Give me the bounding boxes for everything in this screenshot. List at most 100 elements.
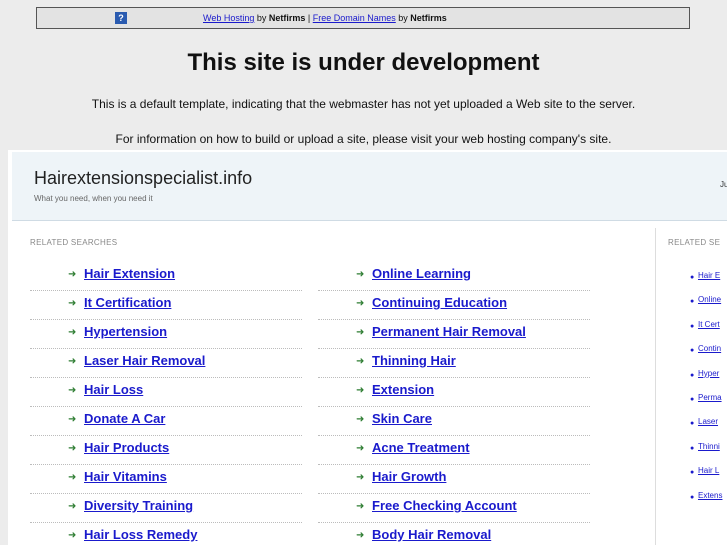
search-link[interactable]: Skin Care <box>372 411 432 426</box>
search-link[interactable]: Thinning Hair <box>372 353 456 368</box>
arrow-right-icon: ➜ <box>356 472 365 483</box>
bullet-icon: ● <box>690 347 695 355</box>
list-item: ➜ Continuing Education <box>318 292 590 320</box>
search-link[interactable]: Continuing Education <box>372 295 507 310</box>
search-link[interactable]: Hyper <box>698 369 719 378</box>
arrow-right-icon: ➜ <box>356 298 365 309</box>
list-item: ➜ It Certification <box>30 292 302 320</box>
search-link[interactable]: Laser <box>698 417 718 426</box>
search-link[interactable]: Hair Loss Remedy <box>84 527 197 542</box>
arrow-right-icon: ➜ <box>356 443 365 454</box>
arrow-right-icon: ➜ <box>68 443 77 454</box>
bullet-icon: ● <box>690 371 695 379</box>
arrow-right-icon: ➜ <box>68 356 77 367</box>
arrow-right-icon: ➜ <box>356 356 365 367</box>
banner-links: Web Hosting by Netfirms | Free Domain Na… <box>203 8 447 28</box>
search-link[interactable]: Hair E <box>698 271 720 280</box>
list-item: ● Hyper <box>669 369 727 393</box>
list-item: ➜ Free Checking Account <box>318 495 590 523</box>
column-divider <box>655 228 656 545</box>
arrow-right-icon: ➜ <box>356 385 365 396</box>
related-searches-label: RELATED SEARCHES <box>30 238 118 247</box>
banner-by-text: by <box>254 13 269 23</box>
search-link[interactable]: Extension <box>372 382 434 397</box>
list-item: ➜ Skin Care <box>318 408 590 436</box>
search-link[interactable]: Hypertension <box>84 324 167 339</box>
arrow-right-icon: ➜ <box>68 414 77 425</box>
list-item: ➜ Extension <box>318 379 590 407</box>
site-header: Hairextensionspecialist.info What you ne… <box>12 152 727 221</box>
list-item: ➜ Hair Products <box>30 437 302 465</box>
header-right-text: Ju <box>720 180 727 189</box>
bullet-icon: ● <box>690 493 695 501</box>
search-link[interactable]: Free Checking Account <box>372 498 517 513</box>
list-item: ● Laser <box>669 417 727 441</box>
search-link[interactable]: It Cert <box>698 320 720 329</box>
list-item: ● Thinni <box>669 442 727 466</box>
banner-separator: | <box>305 13 313 23</box>
arrow-right-icon: ➜ <box>356 501 365 512</box>
list-item: ● Perma <box>669 393 727 417</box>
hosting-banner: ? Web Hosting by Netfirms | Free Domain … <box>36 7 690 29</box>
search-link[interactable]: Acne Treatment <box>372 440 470 455</box>
web-hosting-link[interactable]: Web Hosting <box>203 13 254 23</box>
search-link[interactable]: Body Hair Removal <box>372 527 491 542</box>
search-link[interactable]: Thinni <box>698 442 720 451</box>
list-item: ➜ Diversity Training <box>30 495 302 523</box>
banner-brand: Netfirms <box>410 13 447 23</box>
search-link[interactable]: Hair Extension <box>84 266 175 281</box>
free-domain-link[interactable]: Free Domain Names <box>313 13 396 23</box>
search-link[interactable]: Hair Growth <box>372 469 446 484</box>
list-item: ➜ Donate A Car <box>30 408 302 436</box>
search-link[interactable]: Perma <box>698 393 722 402</box>
arrow-right-icon: ➜ <box>68 501 77 512</box>
search-link[interactable]: Laser Hair Removal <box>84 353 205 368</box>
hosting-info-message: For information on how to build or uploa… <box>115 132 612 146</box>
list-item: ● Extens <box>669 491 727 515</box>
search-link[interactable]: Hair Vitamins <box>84 469 167 484</box>
search-link[interactable]: It Certification <box>84 295 171 310</box>
help-icon[interactable]: ? <box>115 12 127 24</box>
list-item: ➜ Hair Loss <box>30 379 302 407</box>
list-item: ➜ Thinning Hair <box>318 350 590 378</box>
banner-by-text: by <box>395 13 411 23</box>
related-searches-right-column: ● Hair E ● Online ● It Cert ● Contin ● Hyper … <box>669 271 727 515</box>
banner-brand: Netfirms <box>268 13 306 23</box>
right-related-searches-label: RELATED SE <box>668 238 721 247</box>
list-item: ● Hair E <box>669 271 727 295</box>
list-item: ● Online <box>669 295 727 319</box>
search-link[interactable]: Hair L <box>698 466 719 475</box>
list-item: ➜ Online Learning <box>318 263 590 291</box>
list-item: ➜ Hair Vitamins <box>30 466 302 494</box>
list-item: ● Contin <box>669 344 727 368</box>
search-link[interactable]: Online <box>698 295 721 304</box>
bullet-icon: ● <box>690 274 695 281</box>
bullet-icon: ● <box>690 420 695 428</box>
bullet-icon: ● <box>690 395 695 403</box>
arrow-right-icon: ➜ <box>356 269 365 280</box>
search-link[interactable]: Hair Loss <box>84 382 143 397</box>
list-item: ➜ Laser Hair Removal <box>30 350 302 378</box>
arrow-right-icon: ➜ <box>68 530 77 541</box>
site-name: Hairextensionspecialist.info <box>34 168 253 188</box>
search-link[interactable]: Donate A Car <box>84 411 165 426</box>
parked-domain-panel: Hairextensionspecialist.info What you ne… <box>8 150 727 545</box>
arrow-right-icon: ➜ <box>356 327 365 338</box>
search-link[interactable]: Extens <box>698 491 722 500</box>
bullet-icon: ● <box>690 469 695 477</box>
search-link[interactable]: Hair Products <box>84 440 169 455</box>
list-item: ➜ Hypertension <box>30 321 302 349</box>
search-link[interactable]: Diversity Training <box>84 498 193 513</box>
arrow-right-icon: ➜ <box>68 269 77 280</box>
search-link[interactable]: Permanent Hair Removal <box>372 324 526 339</box>
arrow-right-icon: ➜ <box>356 414 365 425</box>
site-tagline: What you need, when you need it <box>34 194 153 203</box>
list-item: ➜ Acne Treatment <box>318 437 590 465</box>
search-link[interactable]: Online Learning <box>372 266 471 281</box>
bullet-icon: ● <box>690 322 695 330</box>
list-item: ➜ Hair Growth <box>318 466 590 494</box>
page-title: This site is under development <box>187 49 540 76</box>
search-link[interactable]: Contin <box>698 344 721 353</box>
list-item: ● It Cert <box>669 320 727 344</box>
list-item: ➜ Body Hair Removal <box>318 524 590 545</box>
